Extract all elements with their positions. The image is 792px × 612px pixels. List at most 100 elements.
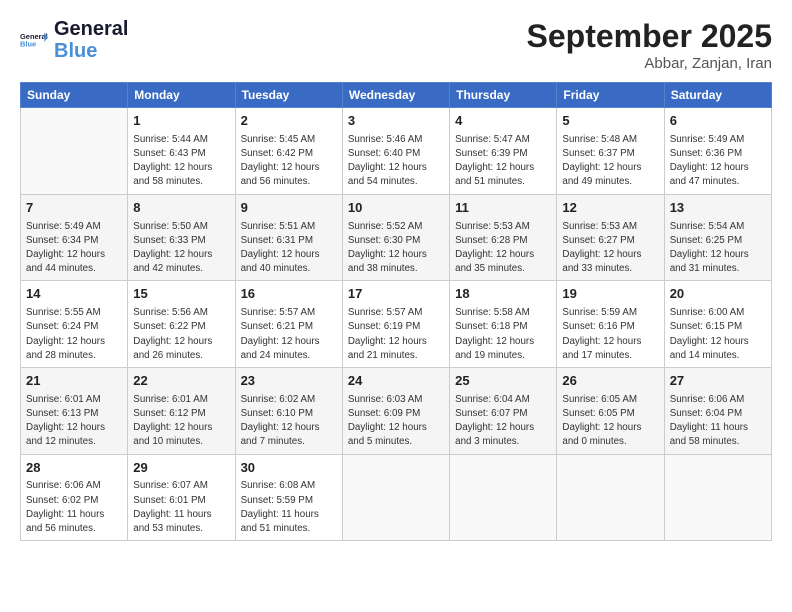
day-number: 27 <box>670 372 766 391</box>
calendar-cell: 12Sunrise: 5:53 AMSunset: 6:27 PMDayligh… <box>557 194 664 281</box>
weekday-header: Wednesday <box>342 83 449 108</box>
calendar-cell: 24 Sunrise: 6:03 AMSunset: 6:09 PMDayligh… <box>342 367 449 454</box>
calendar-cell: 1Sunrise: 5:44 AMSunset: 6:43 PMDaylight… <box>128 108 235 195</box>
day-number: 18 <box>455 285 551 304</box>
day-info: Sunrise: 5:44 AMSunset: 6:43 PMDaylight:… <box>133 133 229 190</box>
day-number: 22 <box>133 372 229 391</box>
day-info: Sunrise: 5:46 AMSunset: 6:40 PMDaylight:… <box>348 133 444 190</box>
calendar-week-row: 1Sunrise: 5:44 AMSunset: 6:43 PMDaylight… <box>21 108 772 195</box>
day-info: Sunrise: 5:49 AMSunset: 6:36 PMDaylight:… <box>670 133 766 190</box>
day-info: Sunrise: 6:00 AMSunset: 6:15 PMDaylight:… <box>670 306 766 363</box>
calendar-week-row: 7 Sunrise: 5:49 AMSunset: 6:34 PMDaylight… <box>21 194 772 281</box>
day-number: 13 <box>670 199 766 218</box>
calendar-cell: 4 Sunrise: 5:47 AMSunset: 6:39 PMDaylight… <box>450 108 557 195</box>
weekday-header: Thursday <box>450 83 557 108</box>
calendar-cell: 10 Sunrise: 5:52 AMSunset: 6:30 PMDayligh… <box>342 194 449 281</box>
calendar-week-row: 28Sunrise: 6:06 AMSunset: 6:02 PMDayligh… <box>21 454 772 541</box>
day-info: Sunrise: 6:01 AMSunset: 6:12 PMDaylight:… <box>133 393 229 450</box>
title-block: September 2025 Abbar, Zanjan, Iran <box>527 18 772 72</box>
calendar-table: SundayMondayTuesdayWednesdayThursdayFrid… <box>20 82 772 541</box>
calendar-cell: 17 Sunrise: 5:57 AMSunset: 6:19 PMDayligh… <box>342 281 449 368</box>
calendar-cell: 8Sunrise: 5:50 AMSunset: 6:33 PMDaylight… <box>128 194 235 281</box>
day-number: 11 <box>455 199 551 218</box>
day-number: 9 <box>241 199 337 218</box>
logo: GeneralBlue General Blue <box>20 18 128 62</box>
day-info: Sunrise: 5:55 AMSunset: 6:24 PMDaylight:… <box>26 306 122 363</box>
day-number: 12 <box>562 199 658 218</box>
calendar-cell: 30Sunrise: 6:08 AMSunset: 5:59 PMDayligh… <box>235 454 342 541</box>
calendar-cell: 28Sunrise: 6:06 AMSunset: 6:02 PMDayligh… <box>21 454 128 541</box>
calendar-header: SundayMondayTuesdayWednesdayThursdayFrid… <box>21 83 772 108</box>
day-number: 5 <box>562 112 658 131</box>
calendar-week-row: 21 Sunrise: 6:01 AMSunset: 6:13 PMDayligh… <box>21 367 772 454</box>
day-number: 19 <box>562 285 658 304</box>
day-info: Sunrise: 5:49 AMSunset: 6:34 PMDaylight:… <box>26 220 122 277</box>
weekday-header: Sunday <box>21 83 128 108</box>
day-info: Sunrise: 5:57 AMSunset: 6:19 PMDaylight:… <box>348 306 444 363</box>
day-info: Sunrise: 6:05 AMSunset: 6:05 PMDaylight:… <box>562 393 658 450</box>
day-info: Sunrise: 5:48 AMSunset: 6:37 PMDaylight:… <box>562 133 658 190</box>
day-info: Sunrise: 6:06 AMSunset: 6:02 PMDaylight:… <box>26 479 122 536</box>
day-info: Sunrise: 5:47 AMSunset: 6:39 PMDaylight:… <box>455 133 551 190</box>
day-number: 20 <box>670 285 766 304</box>
day-info: Sunrise: 5:59 AMSunset: 6:16 PMDaylight:… <box>562 306 658 363</box>
calendar-cell: 27 Sunrise: 6:06 AMSunset: 6:04 PMDayligh… <box>664 367 771 454</box>
logo-text: General Blue <box>54 18 128 62</box>
day-number: 29 <box>133 459 229 478</box>
calendar-week-row: 14 Sunrise: 5:55 AMSunset: 6:24 PMDayligh… <box>21 281 772 368</box>
location-subtitle: Abbar, Zanjan, Iran <box>527 55 772 72</box>
calendar-cell <box>557 454 664 541</box>
day-number: 15 <box>133 285 229 304</box>
day-info: Sunrise: 5:58 AMSunset: 6:18 PMDaylight:… <box>455 306 551 363</box>
calendar-cell: 29Sunrise: 6:07 AMSunset: 6:01 PMDayligh… <box>128 454 235 541</box>
day-info: Sunrise: 6:06 AMSunset: 6:04 PMDaylight:… <box>670 393 766 450</box>
day-info: Sunrise: 5:57 AMSunset: 6:21 PMDaylight:… <box>241 306 337 363</box>
day-number: 28 <box>26 459 122 478</box>
day-number: 25 <box>455 372 551 391</box>
calendar-cell <box>450 454 557 541</box>
calendar-cell: 26 Sunrise: 6:05 AMSunset: 6:05 PMDayligh… <box>557 367 664 454</box>
day-info: Sunrise: 6:01 AMSunset: 6:13 PMDaylight:… <box>26 393 122 450</box>
day-number: 23 <box>241 372 337 391</box>
day-info: Sunrise: 5:45 AMSunset: 6:42 PMDaylight:… <box>241 133 337 190</box>
calendar-cell: 14 Sunrise: 5:55 AMSunset: 6:24 PMDayligh… <box>21 281 128 368</box>
weekday-header-row: SundayMondayTuesdayWednesdayThursdayFrid… <box>21 83 772 108</box>
calendar-cell: 20 Sunrise: 6:00 AMSunset: 6:15 PMDayligh… <box>664 281 771 368</box>
day-number: 14 <box>26 285 122 304</box>
calendar-cell: 22 Sunrise: 6:01 AMSunset: 6:12 PMDayligh… <box>128 367 235 454</box>
day-info: Sunrise: 6:07 AMSunset: 6:01 PMDaylight:… <box>133 479 229 536</box>
day-number: 7 <box>26 199 122 218</box>
day-info: Sunrise: 5:52 AMSunset: 6:30 PMDaylight:… <box>348 220 444 277</box>
logo-icon: GeneralBlue <box>20 26 48 54</box>
day-number: 21 <box>26 372 122 391</box>
day-number: 10 <box>348 199 444 218</box>
calendar-cell: 15 Sunrise: 5:56 AMSunset: 6:22 PMDayligh… <box>128 281 235 368</box>
calendar-cell <box>21 108 128 195</box>
day-info: Sunrise: 5:56 AMSunset: 6:22 PMDaylight:… <box>133 306 229 363</box>
day-number: 30 <box>241 459 337 478</box>
calendar-cell: 5 Sunrise: 5:48 AMSunset: 6:37 PMDaylight… <box>557 108 664 195</box>
page: GeneralBlue General Blue September 2025 … <box>0 0 792 612</box>
calendar-cell: 16Sunrise: 5:57 AMSunset: 6:21 PMDayligh… <box>235 281 342 368</box>
svg-text:Blue: Blue <box>20 40 36 49</box>
calendar-cell: 2Sunrise: 5:45 AMSunset: 6:42 PMDaylight… <box>235 108 342 195</box>
day-number: 8 <box>133 199 229 218</box>
day-info: Sunrise: 6:02 AMSunset: 6:10 PMDaylight:… <box>241 393 337 450</box>
calendar-cell: 6 Sunrise: 5:49 AMSunset: 6:36 PMDaylight… <box>664 108 771 195</box>
calendar-cell <box>342 454 449 541</box>
calendar-cell: 18 Sunrise: 5:58 AMSunset: 6:18 PMDayligh… <box>450 281 557 368</box>
day-info: Sunrise: 6:08 AMSunset: 5:59 PMDaylight:… <box>241 479 337 536</box>
day-number: 3 <box>348 112 444 131</box>
day-info: Sunrise: 5:51 AMSunset: 6:31 PMDaylight:… <box>241 220 337 277</box>
day-number: 6 <box>670 112 766 131</box>
day-number: 24 <box>348 372 444 391</box>
day-number: 26 <box>562 372 658 391</box>
day-info: Sunrise: 6:03 AMSunset: 6:09 PMDaylight:… <box>348 393 444 450</box>
header: GeneralBlue General Blue September 2025 … <box>20 18 772 72</box>
day-number: 4 <box>455 112 551 131</box>
weekday-header: Saturday <box>664 83 771 108</box>
calendar-cell <box>664 454 771 541</box>
weekday-header: Friday <box>557 83 664 108</box>
calendar-cell: 25Sunrise: 6:04 AMSunset: 6:07 PMDayligh… <box>450 367 557 454</box>
day-number: 17 <box>348 285 444 304</box>
